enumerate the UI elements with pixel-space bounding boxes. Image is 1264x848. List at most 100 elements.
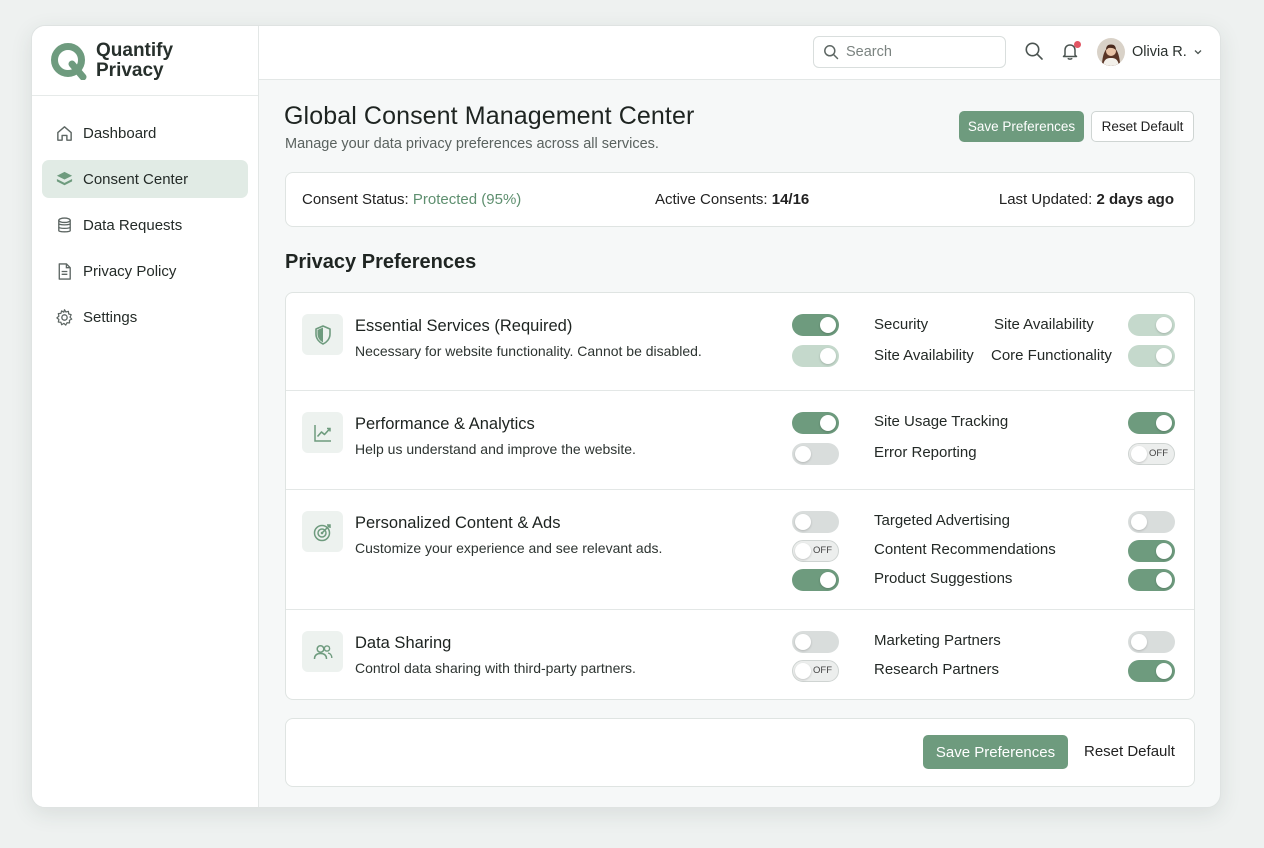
marketing-partners-toggle[interactable]	[1128, 631, 1175, 653]
sidebar-item-consent-center[interactable]: Consent Center	[42, 160, 248, 198]
pref-row-personalized: Personalized Content & Ads Customize you…	[286, 490, 1194, 610]
core-functionality-toggle[interactable]	[1128, 345, 1175, 367]
brand-line1: Quantify	[96, 39, 174, 61]
users-icon	[302, 631, 343, 672]
topbar: Olivia R.	[259, 26, 1220, 80]
category-description: Customize your experience and see releva…	[355, 540, 663, 556]
performance-main-toggle[interactable]	[792, 412, 839, 434]
active-consents-value: 14/16	[771, 191, 810, 208]
sidebar-item-privacy-policy[interactable]: Privacy Policy	[42, 252, 248, 290]
footer-actions: Save Preferences Reset Default	[285, 718, 1195, 787]
page-title: Global Consent Management Center	[284, 102, 695, 130]
off-text: OFF	[1149, 448, 1168, 459]
consent-status: Consent Status: Protected (95%)	[302, 191, 521, 208]
option-content-recommendations-label: Content Recommendations	[874, 541, 1056, 558]
option-site-availability-label-2: Site Availability	[874, 347, 974, 364]
category-title: Performance & Analytics	[355, 415, 535, 433]
quantify-logo-icon	[51, 42, 87, 80]
personalized-toggle-2[interactable]: OFF	[792, 540, 839, 562]
sidebar-item-data-requests[interactable]: Data Requests	[42, 206, 248, 244]
option-site-availability-label: Site Availability	[994, 316, 1094, 333]
sidebar: Quantify Privacy Dashboard Consent Cente…	[32, 26, 259, 807]
home-icon	[54, 123, 74, 143]
option-research-partners-label: Research Partners	[874, 661, 1000, 678]
off-text: OFF	[813, 545, 832, 556]
shield-icon	[302, 314, 343, 355]
option-core-functionality-label: Core Functionality	[991, 347, 1112, 364]
layers-icon	[54, 169, 74, 189]
research-partners-toggle[interactable]	[1128, 660, 1175, 682]
category-title: Essential Services (Required)	[355, 317, 573, 335]
sidebar-item-label: Consent Center	[83, 170, 189, 188]
sidebar-item-label: Data Requests	[83, 216, 183, 234]
sidebar-item-label: Dashboard	[83, 124, 157, 142]
consent-status-label: Consent Status:	[302, 191, 409, 208]
category-description: Necessary for website functionality. Can…	[355, 343, 702, 359]
option-product-suggestions-label: Product Suggestions	[874, 570, 1013, 587]
privacy-preferences-title: Privacy Preferences	[285, 251, 477, 273]
search-input[interactable]	[846, 44, 996, 60]
notification-dot	[1074, 41, 1081, 48]
active-consents-label: Active Consents:	[655, 191, 768, 208]
user-name: Olivia R.	[1132, 44, 1187, 60]
option-error-reporting-label: Error Reporting	[874, 444, 977, 461]
reset-default-button[interactable]: Reset Default	[1091, 111, 1194, 142]
consent-status-card: Consent Status: Protected (95%) Active C…	[285, 172, 1195, 227]
option-security-label: Security	[874, 316, 929, 333]
last-updated: Last Updated: 2 days ago	[999, 191, 1174, 208]
document-icon	[54, 261, 74, 281]
essential-main-toggle[interactable]	[792, 314, 839, 336]
pref-row-performance: Performance & Analytics Help us understa…	[286, 391, 1194, 490]
pref-row-data-sharing: Data Sharing Control data sharing with t…	[286, 610, 1194, 699]
app-window: Quantify Privacy Dashboard Consent Cente…	[31, 25, 1221, 808]
bell-icon[interactable]	[1060, 41, 1082, 63]
target-icon	[302, 511, 343, 552]
last-updated-value: 2 days ago	[1096, 191, 1174, 208]
last-updated-label: Last Updated:	[998, 191, 1093, 208]
performance-secondary-toggle[interactable]	[792, 443, 839, 465]
personalized-toggle-3[interactable]	[792, 569, 839, 591]
brand-name: Quantify Privacy	[96, 39, 174, 81]
error-reporting-toggle[interactable]: OFF	[1128, 443, 1175, 465]
site-availability-toggle[interactable]	[1128, 314, 1175, 336]
site-usage-tracking-toggle[interactable]	[1128, 412, 1175, 434]
data-sharing-toggle-1[interactable]	[792, 631, 839, 653]
database-icon	[54, 215, 74, 235]
category-title: Data Sharing	[355, 634, 452, 652]
personalized-toggle-1[interactable]	[792, 511, 839, 533]
page-subtitle: Manage your data privacy preferences acr…	[285, 136, 659, 152]
data-sharing-toggle-2[interactable]: OFF	[792, 660, 839, 682]
footer-save-preferences-button[interactable]: Save Preferences	[923, 735, 1068, 769]
footer-reset-default-button[interactable]: Reset Default	[1084, 743, 1175, 760]
sidebar-nav: Dashboard Consent Center Data Requests P…	[32, 96, 258, 336]
line-chart-icon	[302, 412, 343, 453]
save-preferences-button[interactable]: Save Preferences	[959, 111, 1084, 142]
brand-line2: Privacy	[96, 59, 164, 81]
search-icon	[824, 45, 839, 60]
category-description: Help us understand and improve the websi…	[355, 441, 636, 457]
privacy-preferences-list: Essential Services (Required) Necessary …	[285, 292, 1195, 700]
brand[interactable]: Quantify Privacy	[32, 26, 258, 96]
sidebar-item-label: Privacy Policy	[83, 262, 177, 280]
essential-secondary-toggle[interactable]	[792, 345, 839, 367]
product-suggestions-toggle[interactable]	[1128, 569, 1175, 591]
active-consents: Active Consents: 14/16	[655, 191, 809, 208]
category-description: Control data sharing with third-party pa…	[355, 660, 636, 676]
pref-row-essential: Essential Services (Required) Necessary …	[286, 293, 1194, 391]
off-text: OFF	[813, 665, 832, 676]
main-content: Global Consent Management Center Manage …	[259, 80, 1220, 807]
search-icon[interactable]	[1024, 41, 1046, 63]
search-box[interactable]	[813, 36, 1006, 68]
targeted-advertising-toggle[interactable]	[1128, 511, 1175, 533]
sidebar-item-label: Settings	[83, 308, 138, 326]
category-title: Personalized Content & Ads	[355, 514, 561, 532]
consent-status-value: Protected (95%)	[412, 191, 522, 208]
option-targeted-advertising-label: Targeted Advertising	[874, 512, 1010, 529]
option-site-usage-tracking-label: Site Usage Tracking	[874, 413, 1009, 430]
chevron-down-icon	[1194, 50, 1202, 55]
sidebar-item-settings[interactable]: Settings	[42, 298, 248, 336]
sidebar-item-dashboard[interactable]: Dashboard	[42, 114, 248, 152]
user-menu[interactable]: Olivia R.	[1097, 38, 1204, 66]
content-recommendations-toggle[interactable]	[1128, 540, 1175, 562]
avatar	[1097, 38, 1125, 66]
